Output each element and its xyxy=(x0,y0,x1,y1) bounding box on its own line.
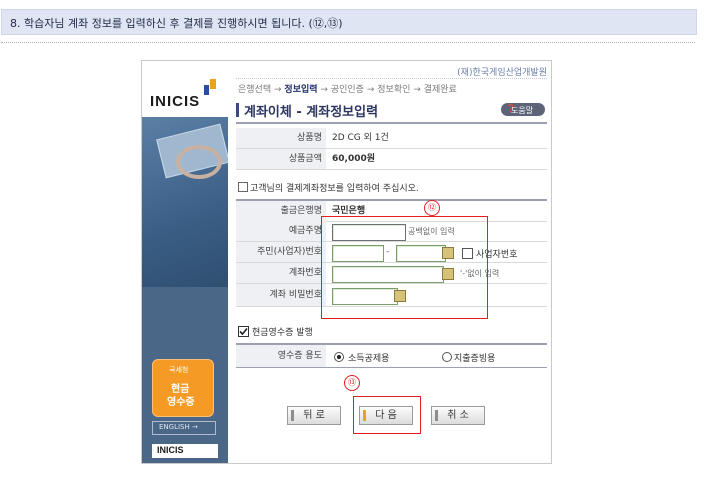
product-name-label: 상품명 xyxy=(236,128,326,148)
receipt-usage-label: 영수증 용도 xyxy=(236,345,326,367)
id-number-label: 주민(사업자)번호 xyxy=(236,242,326,262)
cash-receipt-line2: 영수증 xyxy=(167,397,195,408)
english-button[interactable]: ENGLISH → xyxy=(152,421,216,435)
step-2-current: 정보입력 xyxy=(284,85,318,95)
content-panel: (재)한국게임산업개발원 은행선택 → 정보입력 → 공인인증 → 정보확인 →… xyxy=(228,61,551,463)
divider xyxy=(236,78,547,79)
page-title: 계좌이체 - 계좌정보입력 xyxy=(244,105,379,120)
cancel-button-label: 취 소 xyxy=(447,410,469,421)
inicis-logo-bottom: INICIS xyxy=(152,444,218,458)
title-divider xyxy=(236,122,547,124)
product-amount-label: 상품금액 xyxy=(236,149,326,169)
back-button[interactable]: 뒤 로 xyxy=(287,406,341,425)
inicis-logo-bottom-text: INICIS xyxy=(157,445,184,455)
product-name-value: 2D CG 외 1건 xyxy=(332,133,389,143)
password-label: 계좌 비밀번호 xyxy=(236,284,326,306)
receipt-usage-row: 영수증 용도 소득공제용 지출증빙용 xyxy=(236,343,547,368)
step-5: 결제완료 xyxy=(423,85,457,95)
help-button[interactable]: ❓ 도움말 xyxy=(501,103,545,116)
cancel-button[interactable]: 취 소 xyxy=(431,406,485,425)
annotation-12: ⑫ xyxy=(424,200,440,216)
radio-income-deduction-label: 소득공제용 xyxy=(348,354,390,364)
cash-receipt-label: 현금영수증 발행 xyxy=(252,328,313,338)
back-button-label: 뒤 로 xyxy=(303,410,325,421)
inicis-logo: INICIS xyxy=(150,93,201,110)
step-1: 은행선택 xyxy=(238,85,272,95)
radio-expense-proof[interactable] xyxy=(442,352,452,362)
annotation-13: ⑬ xyxy=(344,375,360,391)
account-label: 계좌번호 xyxy=(236,263,326,283)
instruction-bar: 8. 학습자님 계좌 정보를 입력하신 후 결제를 진행하시면 됩니다. (⑫,… xyxy=(1,9,697,35)
english-button-label: ENGLISH → xyxy=(159,423,198,431)
check-icon xyxy=(239,327,248,336)
depositor-label: 예금주명 xyxy=(236,221,326,241)
bullet-icon xyxy=(238,182,248,192)
section-title: 고객님의 결제계좌정보를 입력하여 주십시오. xyxy=(250,184,419,194)
product-amount-value: 60,000원 xyxy=(332,154,376,164)
step-4: 정보확인 xyxy=(377,85,411,95)
radio-income-deduction[interactable] xyxy=(334,352,344,362)
next-button[interactable]: 다 음 xyxy=(359,406,413,425)
divider xyxy=(1,42,695,43)
payment-window: INICIS 국세청 현금 영수증 ENGLISH → INICIS (재)한국… xyxy=(141,60,552,464)
brand-column: INICIS 국세청 현금 영수증 ENGLISH → INICIS xyxy=(142,61,230,463)
radio-expense-proof-label: 지출증빙용 xyxy=(454,354,496,364)
help-label: ❓ 도움말 xyxy=(506,104,534,115)
logo-area: INICIS xyxy=(142,61,228,117)
step-3: 공인인증 xyxy=(330,85,364,95)
merchant-name: (재)한국게임산업개발원 xyxy=(457,68,547,78)
cash-receipt-checkbox[interactable] xyxy=(238,326,249,337)
title-marker xyxy=(236,103,239,117)
product-amount-row: 상품금액 60,000원 xyxy=(236,149,547,170)
next-button-label: 다 음 xyxy=(375,410,397,421)
bank-stamp-icon xyxy=(176,145,222,179)
annotation-box-12 xyxy=(321,216,488,319)
inicis-logo-icon xyxy=(204,79,216,95)
cash-receipt-badge[interactable]: 국세청 현금 영수증 xyxy=(152,359,214,417)
step-indicator: 은행선택 → 정보입력 → 공인인증 → 정보확인 → 결제완료 xyxy=(238,85,457,95)
product-name-row: 상품명 2D CG 외 1건 xyxy=(236,128,547,149)
cash-receipt-small: 국세청 xyxy=(169,366,189,374)
instruction-text: 8. 학습자님 계좌 정보를 입력하신 후 결제를 진행하시면 됩니다. (⑫,… xyxy=(10,17,343,30)
bank-label: 출금은행명 xyxy=(236,201,326,221)
